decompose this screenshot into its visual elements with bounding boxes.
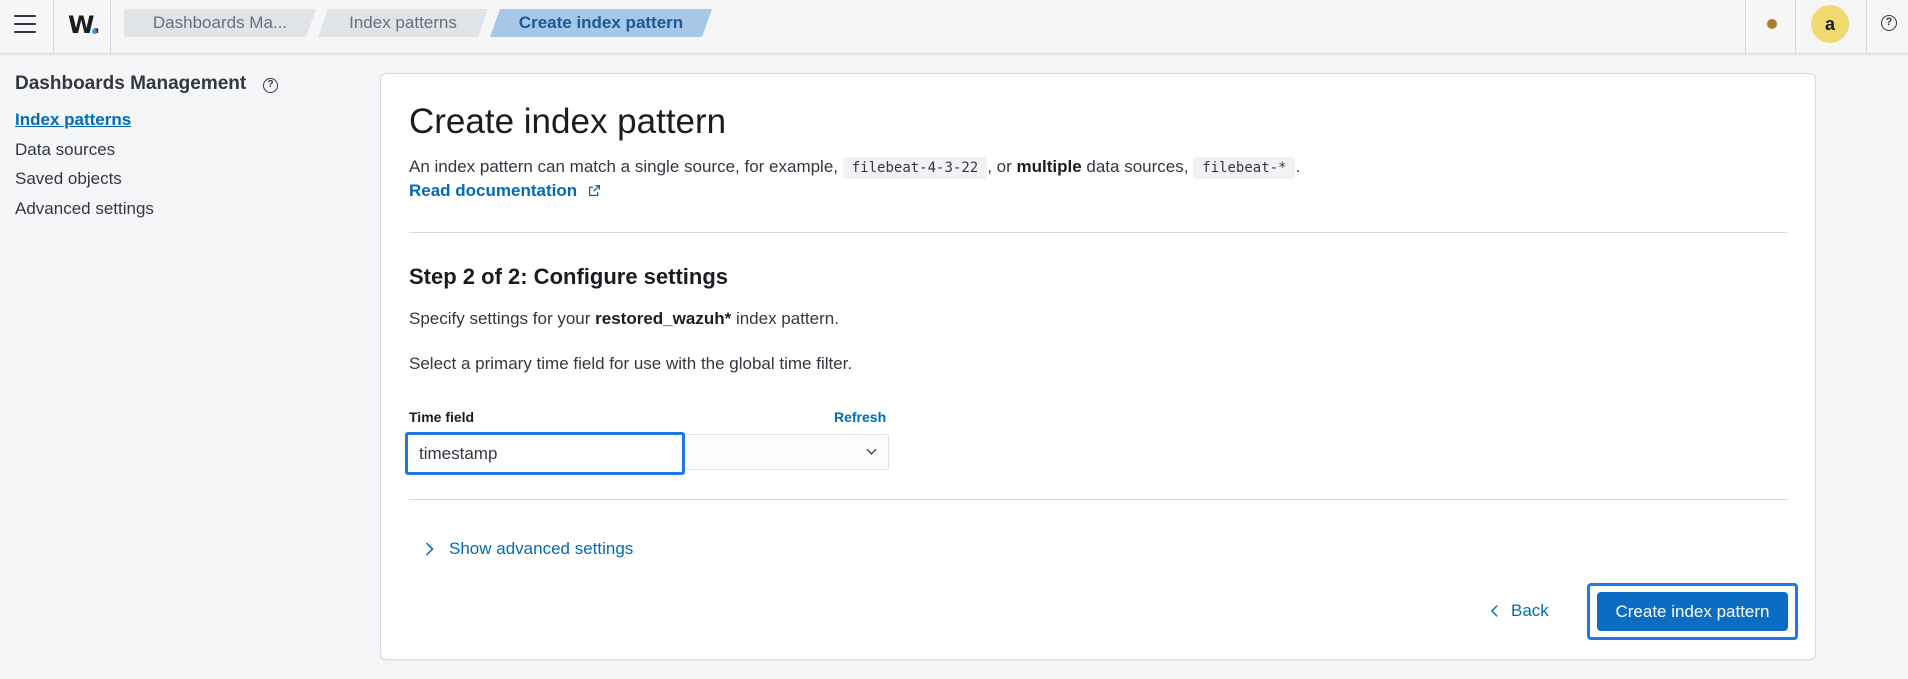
time-filter-text: Select a primary time field for use with…	[409, 354, 853, 373]
logo-dot	[92, 29, 97, 34]
help-icon[interactable]: ?	[1881, 15, 1897, 31]
sidebar-item-data-sources[interactable]: Data sources	[15, 140, 115, 160]
external-link-icon	[588, 184, 600, 197]
specify-suffix: index pattern.	[735, 309, 839, 328]
top-header: W. Dashboards Ma... Index patterns Creat…	[0, 0, 1908, 54]
time-field-value[interactable]: timestamp	[405, 432, 685, 475]
specify-settings-text: Specify settings for your restored_wazuh…	[409, 309, 839, 329]
back-label: Back	[1511, 601, 1549, 620]
sidebar-item-advanced-settings[interactable]: Advanced settings	[15, 199, 154, 219]
breadcrumb-index-patterns[interactable]: Index patterns	[318, 9, 488, 37]
description-bold: multiple	[1016, 157, 1082, 176]
create-index-pattern-button[interactable]: Create index pattern	[1597, 592, 1788, 631]
sidebar-item-saved-objects[interactable]: Saved objects	[15, 169, 122, 189]
header-divider	[110, 0, 111, 53]
header-divider	[53, 0, 54, 53]
sidebar-title: Dashboards Management	[15, 73, 247, 94]
time-field-label: Time field	[409, 409, 475, 425]
show-advanced-settings-button[interactable]: Show advanced settings	[449, 539, 633, 559]
page-description: An index pattern can match a single sour…	[409, 155, 1300, 180]
help-icon[interactable]: ?	[263, 78, 278, 93]
menu-icon[interactable]	[14, 15, 36, 33]
header-divider	[1795, 0, 1796, 53]
header-divider	[1745, 0, 1746, 53]
status-indicator-icon[interactable]	[1767, 19, 1777, 29]
description-text: , or	[987, 157, 1012, 176]
example-code: filebeat-4-3-22	[842, 157, 988, 179]
example-code: filebeat-*	[1193, 157, 1296, 179]
breadcrumb-dashboards-management[interactable]: Dashboards Ma...	[124, 9, 316, 37]
chevron-right-icon[interactable]	[424, 542, 435, 556]
specify-prefix: Specify settings for your	[409, 309, 591, 328]
description-text: data sources,	[1086, 157, 1189, 176]
step-title: Step 2 of 2: Configure settings	[409, 264, 729, 289]
refresh-link[interactable]: Refresh	[834, 409, 886, 425]
sidebar-item-index-patterns[interactable]: Index patterns	[15, 110, 131, 130]
breadcrumb-create-index-pattern: Create index pattern	[490, 9, 712, 37]
header-divider	[1866, 0, 1867, 53]
chevron-left-icon	[1490, 605, 1498, 617]
section-divider	[409, 232, 1787, 233]
page-title: Create index pattern	[409, 102, 727, 141]
read-documentation-link[interactable]: Read documentation	[409, 181, 601, 201]
app-logo[interactable]: W.	[68, 11, 101, 39]
user-avatar[interactable]: a	[1811, 5, 1849, 43]
back-button[interactable]: Back	[1490, 596, 1549, 626]
description-text: An index pattern can match a single sour…	[409, 157, 839, 176]
chevron-down-icon[interactable]	[866, 446, 877, 457]
section-divider	[409, 499, 1787, 500]
index-pattern-name: restored_wazuh*	[595, 309, 732, 328]
description-text: .	[1295, 157, 1301, 176]
doc-link-label: Read documentation	[409, 181, 578, 200]
